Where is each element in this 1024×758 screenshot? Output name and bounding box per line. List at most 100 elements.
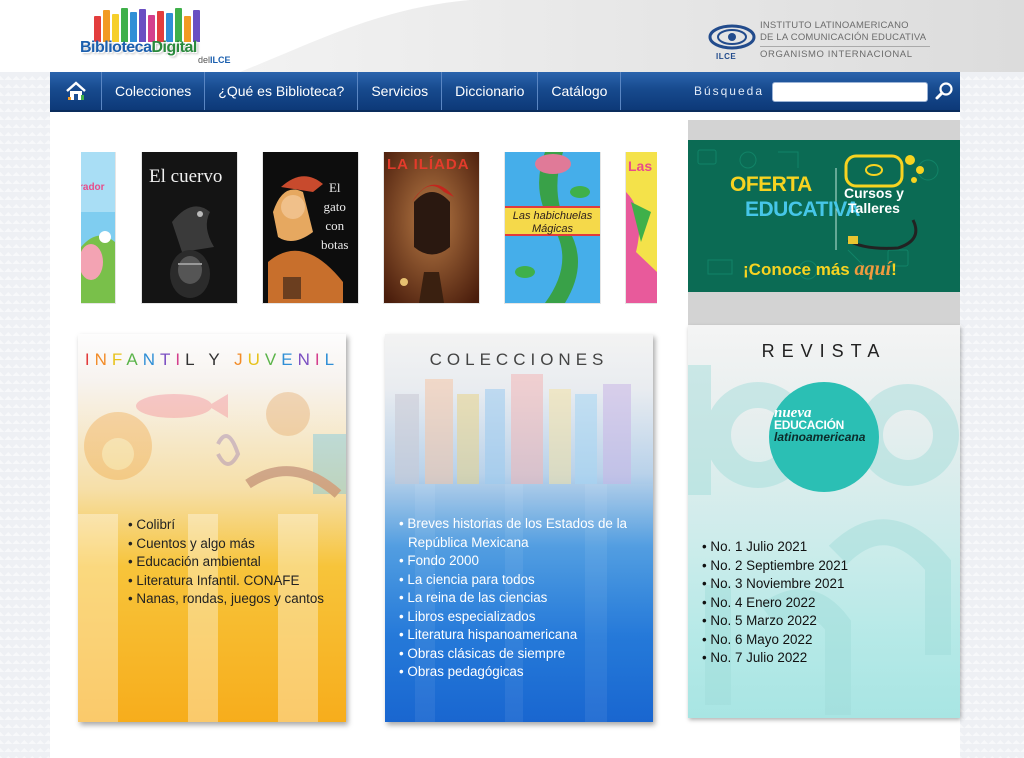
infantil-list-item[interactable]: Colibrí bbox=[128, 516, 338, 535]
revista-list-item[interactable]: No. 6 Mayo 2022 bbox=[702, 631, 942, 650]
carousel-book-0[interactable]: rador bbox=[81, 152, 115, 303]
main-navigation: Colecciones ¿Qué es Biblioteca? Servicio… bbox=[50, 72, 960, 112]
infantil-list-item[interactable]: Cuentos y algo más bbox=[128, 535, 338, 554]
colecciones-list-item[interactable]: La ciencia para todos bbox=[399, 571, 644, 590]
revista-issue-link[interactable]: No. 5 Marzo 2022 bbox=[710, 613, 816, 628]
colecciones-link[interactable]: Obras pedagógicas bbox=[407, 664, 523, 679]
nav-item-servicios[interactable]: Servicios bbox=[358, 72, 443, 110]
oferta-educativa-banner[interactable]: OFERTA EDUCATIVA Cursos y Talleres ¡Cono… bbox=[688, 140, 960, 292]
colecciones-link[interactable]: Obras clásicas de siempre bbox=[407, 646, 565, 661]
logo-wordmark: BibliotecaDigital bbox=[80, 39, 197, 57]
cursos-talleres-label: Cursos y Talleres bbox=[844, 186, 904, 216]
revista-list-item[interactable]: No. 5 Marzo 2022 bbox=[702, 612, 942, 631]
ilce-name: INSTITUTO LATINOAMERICANO DE LA COMUNICA… bbox=[760, 20, 930, 61]
revista-list-item[interactable]: No. 2 Septiembre 2021 bbox=[702, 557, 942, 576]
infantil-link[interactable]: Educación ambiental bbox=[136, 554, 260, 569]
infantil-link[interactable]: Colibrí bbox=[136, 517, 175, 532]
colecciones-link[interactable]: La ciencia para todos bbox=[407, 572, 534, 587]
title-letter bbox=[224, 350, 234, 369]
nav-item-catalogo[interactable]: Catálogo bbox=[538, 72, 622, 110]
carousel-book-2[interactable]: El gato con botas bbox=[263, 152, 358, 303]
colecciones-list-item[interactable]: Libros especializados bbox=[399, 608, 644, 627]
colecciones-link[interactable]: Breves historias de los Estados de la Re… bbox=[407, 516, 627, 550]
nav-item-diccionario[interactable]: Diccionario bbox=[442, 72, 539, 110]
infantil-list-item[interactable]: Nanas, rondas, juegos y cantos bbox=[128, 590, 338, 609]
colecciones-link[interactable]: Literatura hispanoamericana bbox=[407, 627, 577, 642]
title-letter: N bbox=[94, 350, 112, 369]
title-letter: J bbox=[234, 350, 248, 369]
revista-logo-line-3: latinoamericana bbox=[774, 430, 866, 444]
title-letter: L bbox=[324, 350, 340, 369]
nav-item-colecciones[interactable]: Colecciones bbox=[102, 72, 206, 110]
title-letter: E bbox=[281, 350, 298, 369]
oferta-cta-link: aquí bbox=[854, 258, 892, 280]
infantil-panel-title: INFANTIL Y JUVENIL bbox=[78, 350, 346, 370]
colecciones-link[interactable]: La reina de las ciencias bbox=[407, 590, 547, 605]
infantil-juvenil-panel: INFANTIL Y JUVENIL Colibrí Cuentos y alg… bbox=[78, 334, 346, 722]
book-title-line: Mágicas bbox=[532, 223, 573, 235]
title-letter: V bbox=[264, 350, 282, 369]
book-title-line: Las habichuelas bbox=[512, 210, 593, 222]
nav-item-que-es-biblioteca[interactable]: ¿Qué es Biblioteca? bbox=[205, 72, 359, 110]
revista-list-item[interactable]: No. 4 Enero 2022 bbox=[702, 594, 942, 613]
infantil-list-item[interactable]: Educación ambiental bbox=[128, 553, 338, 572]
colecciones-link[interactable]: Libros especializados bbox=[407, 609, 535, 624]
book-title-line: con bbox=[325, 218, 345, 233]
book-title-line: botas bbox=[321, 237, 349, 252]
home-icon bbox=[65, 81, 86, 100]
nueva-educacion-logo[interactable]: nueva EDUCACIÓN latinoamericana bbox=[774, 406, 866, 444]
book-title: rador bbox=[81, 182, 105, 193]
title-letter: I bbox=[314, 350, 325, 369]
colecciones-list-item[interactable]: Fondo 2000 bbox=[399, 552, 644, 571]
book-title: Las bbox=[628, 158, 653, 174]
book-title-line: gato bbox=[323, 199, 346, 214]
book-title: Las habichuelas Mágicas bbox=[505, 210, 600, 236]
infantil-link[interactable]: Literatura Infantil. CONAFE bbox=[136, 573, 299, 588]
revista-list-item[interactable]: No. 3 Noviembre 2021 bbox=[702, 575, 942, 594]
site-header: BibliotecaDigital delILCE ILCE INSTITUTO… bbox=[0, 0, 1024, 72]
revista-issue-link[interactable]: No. 7 Julio 2022 bbox=[710, 650, 807, 665]
biblioteca-digital-logo[interactable]: BibliotecaDigital delILCE bbox=[80, 4, 250, 66]
carousel-book-3[interactable]: LA ILÍADA bbox=[384, 152, 479, 303]
revista-list-item[interactable]: No. 1 Julio 2021 bbox=[702, 538, 942, 557]
revista-issue-link[interactable]: No. 4 Enero 2022 bbox=[710, 595, 815, 610]
nav-home-button[interactable] bbox=[50, 72, 102, 110]
colecciones-link[interactable]: Fondo 2000 bbox=[407, 553, 478, 568]
carousel-book-4[interactable]: Las habichuelas Mágicas bbox=[505, 152, 600, 303]
colecciones-panel: COLECCIONES Breves historias de los Esta… bbox=[385, 334, 653, 722]
oferta-cta: ¡Conoce más aquí! bbox=[743, 258, 897, 281]
colecciones-panel-title: COLECCIONES bbox=[429, 350, 609, 369]
revista-panel: REVISTA nueva EDUCACIÓN latinoamericana … bbox=[688, 325, 960, 718]
colecciones-list-item[interactable]: Breves historias de los Estados de la Re… bbox=[399, 515, 644, 552]
search-input[interactable] bbox=[772, 82, 928, 102]
revista-panel-title: REVISTA bbox=[761, 341, 887, 361]
infantil-list: Colibrí Cuentos y algo más Educación amb… bbox=[128, 516, 338, 609]
infantil-list-item[interactable]: Literatura Infantil. CONAFE bbox=[128, 572, 338, 591]
logo-word-digital: Digital bbox=[151, 39, 197, 56]
revista-list-item[interactable]: No. 7 Julio 2022 bbox=[702, 649, 942, 668]
colecciones-list-item[interactable]: Obras pedagógicas bbox=[399, 663, 644, 682]
infantil-link[interactable]: Cuentos y algo más bbox=[136, 536, 254, 551]
carousel-book-1[interactable]: El cuervo bbox=[142, 152, 237, 303]
book-title: El gato con botas bbox=[321, 178, 348, 254]
title-letter: I bbox=[175, 350, 186, 369]
colecciones-list: Breves historias de los Estados de la Re… bbox=[399, 515, 644, 682]
logo-subtitle: delILCE bbox=[198, 55, 231, 65]
revista-issue-link[interactable]: No. 1 Julio 2021 bbox=[710, 539, 807, 554]
revista-issue-link[interactable]: No. 6 Mayo 2022 bbox=[710, 632, 812, 647]
title-letter: U bbox=[247, 350, 265, 369]
colecciones-list-item[interactable]: Literatura hispanoamericana bbox=[399, 626, 644, 645]
revista-list: No. 1 Julio 2021 No. 2 Septiembre 2021 N… bbox=[702, 538, 942, 668]
title-letter: A bbox=[126, 350, 143, 369]
revista-issue-link[interactable]: No. 2 Septiembre 2021 bbox=[710, 558, 848, 573]
search-button[interactable] bbox=[928, 72, 960, 110]
carousel-book-5[interactable]: Las bbox=[626, 152, 657, 303]
ilce-institute-logo[interactable]: ILCE INSTITUTO LATINOAMERICANO DE LA COM… bbox=[708, 20, 938, 64]
title-letter: F bbox=[111, 350, 127, 369]
revista-issue-link[interactable]: No. 3 Noviembre 2021 bbox=[710, 576, 844, 591]
search-icon bbox=[935, 82, 953, 100]
infantil-link[interactable]: Nanas, rondas, juegos y cantos bbox=[136, 591, 324, 606]
ilce-line-3: ORGANISMO INTERNACIONAL bbox=[760, 46, 930, 61]
colecciones-list-item[interactable]: La reina de las ciencias bbox=[399, 589, 644, 608]
colecciones-list-item[interactable]: Obras clásicas de siempre bbox=[399, 645, 644, 664]
